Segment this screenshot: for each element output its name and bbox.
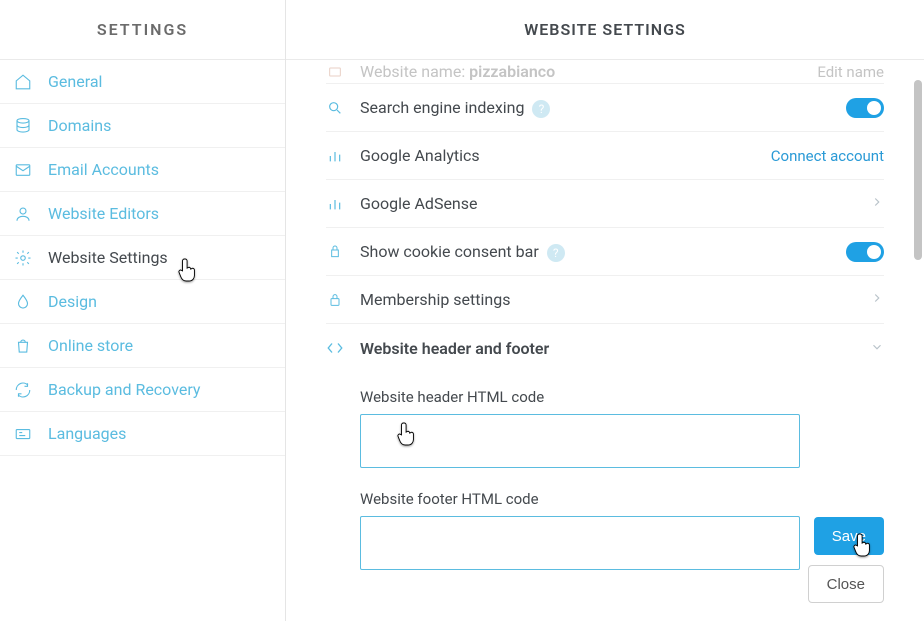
sidebar-item-label: Website Settings — [48, 248, 168, 267]
droplet-icon — [14, 293, 32, 311]
setting-label: Membership settings — [360, 290, 854, 309]
sidebar-item-label: Backup and Recovery — [48, 380, 200, 399]
sidebar-item-label: Domains — [48, 116, 111, 135]
chart-icon — [326, 147, 344, 165]
id-card-icon — [14, 425, 32, 443]
chart-icon — [326, 195, 344, 213]
setting-row-google-adsense[interactable]: Google AdSense — [326, 180, 884, 228]
database-icon — [14, 117, 32, 135]
setting-row-search-indexing[interactable]: Search engine indexing ? — [326, 84, 884, 132]
shopping-bag-icon — [14, 337, 32, 355]
setting-row-membership[interactable]: Membership settings — [326, 276, 884, 324]
sidebar-item-domains[interactable]: Domains — [0, 104, 285, 148]
help-icon[interactable]: ? — [532, 100, 550, 118]
sidebar-item-languages[interactable]: Languages — [0, 412, 285, 456]
chevron-right-icon — [870, 290, 884, 309]
footer-code-input[interactable] — [360, 516, 800, 570]
sidebar-item-label: Online store — [48, 336, 133, 355]
search-indexing-toggle[interactable] — [846, 98, 884, 118]
scrollbar-thumb[interactable] — [914, 80, 922, 260]
home-icon — [14, 73, 32, 91]
sidebar-title: SETTINGS — [0, 0, 285, 60]
setting-row-cookie-consent[interactable]: Show cookie consent bar ? — [326, 228, 884, 276]
sidebar-item-label: Email Accounts — [48, 160, 159, 179]
setting-label: Show cookie consent bar ? — [360, 242, 830, 262]
website-name-prefix: Website name: — [360, 62, 465, 81]
close-button[interactable]: Close — [808, 565, 884, 603]
setting-label: Google AdSense — [360, 194, 854, 213]
lock-icon — [326, 291, 344, 309]
chevron-down-icon — [870, 339, 884, 358]
header-footer-section: Website header HTML code Website footer … — [326, 372, 884, 594]
save-button[interactable]: Save — [814, 517, 884, 555]
mail-icon — [14, 161, 32, 179]
help-icon[interactable]: ? — [547, 244, 565, 262]
setting-label: Google Analytics — [360, 146, 755, 165]
user-icon — [14, 205, 32, 223]
header-code-input[interactable] — [360, 414, 800, 468]
sidebar-item-website-settings[interactable]: Website Settings — [0, 236, 285, 280]
connect-account-link[interactable]: Connect account — [771, 147, 884, 165]
sidebar-item-design[interactable]: Design — [0, 280, 285, 324]
tag-icon — [326, 63, 344, 81]
cookie-icon — [326, 243, 344, 261]
sidebar-item-label: Languages — [48, 424, 126, 443]
sidebar-item-general[interactable]: General — [0, 60, 285, 104]
main-title: WEBSITE SETTINGS — [286, 0, 924, 60]
main-panel: WEBSITE SETTINGS Website name: pizzabian… — [286, 0, 924, 621]
setting-row-google-analytics[interactable]: Google Analytics Connect account — [326, 132, 884, 180]
cookie-consent-toggle[interactable] — [846, 242, 884, 262]
website-name-value: pizzabianco — [469, 62, 555, 81]
sidebar-item-label: Design — [48, 292, 97, 311]
gear-icon — [14, 249, 32, 267]
sidebar-item-email[interactable]: Email Accounts — [0, 148, 285, 192]
code-icon — [326, 339, 344, 357]
sidebar-item-editors[interactable]: Website Editors — [0, 192, 285, 236]
sidebar-item-label: General — [48, 72, 102, 91]
label-text: Show cookie consent bar — [360, 242, 539, 261]
sidebar-item-label: Website Editors — [48, 204, 159, 223]
buttons-row: Save Close — [808, 517, 884, 603]
footer-code-label: Website footer HTML code — [360, 490, 884, 508]
sidebar-item-backup[interactable]: Backup and Recovery — [0, 368, 285, 412]
chevron-right-icon — [870, 194, 884, 213]
label-text: Search engine indexing — [360, 98, 524, 117]
setting-label: Website header and footer — [360, 339, 854, 358]
setting-label: Website name: pizzabianco — [360, 62, 801, 81]
search-icon — [326, 99, 344, 117]
setting-row-website-name[interactable]: Website name: pizzabianco Edit name — [326, 60, 884, 84]
setting-row-header-footer[interactable]: Website header and footer — [326, 324, 884, 372]
edit-name-link[interactable]: Edit name — [817, 63, 884, 81]
setting-label: Search engine indexing ? — [360, 98, 830, 118]
refresh-icon — [14, 381, 32, 399]
sidebar-item-store[interactable]: Online store — [0, 324, 285, 368]
header-code-label: Website header HTML code — [360, 388, 884, 406]
sidebar: SETTINGS General Domains Email Accounts … — [0, 0, 286, 621]
